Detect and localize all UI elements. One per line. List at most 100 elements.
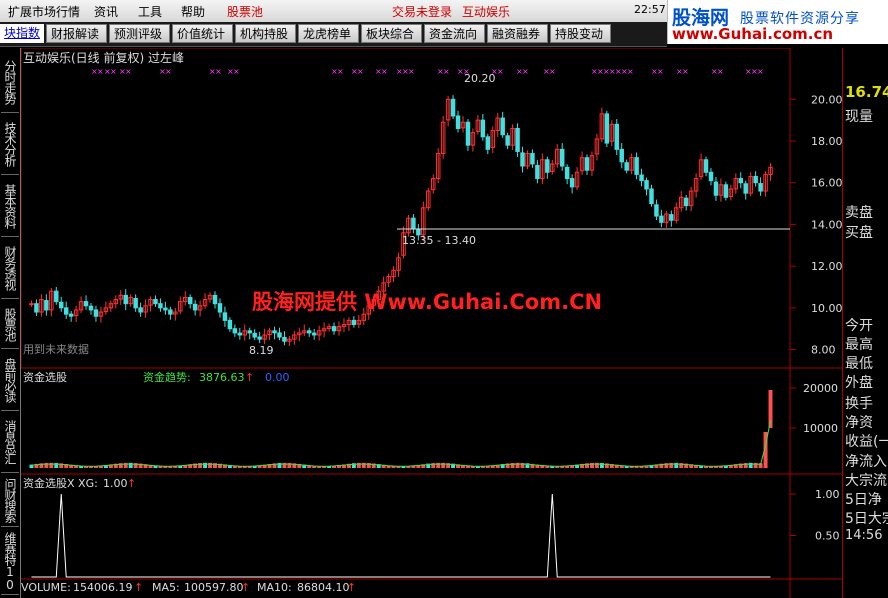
fund-y-tick-label: 20000	[803, 382, 838, 395]
quote-item-5day-net: 5日净	[845, 492, 882, 508]
candle-body	[187, 296, 193, 305]
candle-body	[68, 313, 74, 317]
tab-block-index[interactable]: 块指数	[0, 24, 44, 43]
candle-body	[168, 309, 173, 315]
quote-item-net-assets: 净资	[845, 415, 873, 431]
side-tab-financial[interactable]: 财务透视	[1, 238, 19, 299]
side-tab-basic-info[interactable]: 基本资料	[1, 176, 19, 237]
quote-item-turnover: 换手	[845, 396, 873, 412]
quote-item-high: 最高	[845, 337, 873, 353]
candle-body	[237, 332, 243, 336]
chart-area[interactable]: 互动娱乐(日线 前复权) 过左峰 用到未来数据 × × × × × × × × × × × × × × × ×…	[21, 48, 842, 598]
tab-sector-summary[interactable]: 板块综合	[361, 24, 422, 43]
tab-forecast-rating[interactable]: 预测评级	[109, 24, 170, 43]
side-tab-search[interactable]: 问财搜索	[1, 474, 19, 527]
tab-margin-trading[interactable]: 融资融券	[487, 24, 548, 43]
side-tab-vst[interactable]: 维赛特10	[1, 528, 19, 595]
side-tab-intraday[interactable]: 分时走势	[1, 52, 19, 113]
y-tick-label: 14.00	[811, 218, 842, 231]
fund-second-value: 0.00	[265, 371, 290, 384]
quote-item-low: 最低	[845, 356, 873, 372]
candle-body	[222, 312, 228, 321]
tab-dragon-tiger-list[interactable]: 龙虎榜单	[298, 24, 359, 43]
trade-login-status[interactable]: 交易未登录	[392, 3, 452, 20]
ma10-arrow: ↑	[347, 581, 356, 594]
candle-body	[252, 332, 257, 338]
candle-body	[153, 299, 158, 305]
candle-body	[624, 162, 629, 171]
y-tick-label: 16.00	[811, 177, 842, 190]
candle-body	[272, 330, 277, 334]
quote-time: 14:56	[845, 528, 883, 543]
menu-tools[interactable]: 工具	[138, 3, 162, 20]
side-tab-premarket[interactable]: 盘前必读	[1, 350, 19, 411]
candle-body	[545, 159, 550, 173]
watermark-banner: 股海网 股票软件资源分享 www.Guhai.com.cn	[667, 0, 888, 44]
menu-help[interactable]: 帮助	[181, 3, 205, 20]
candle-body	[34, 303, 39, 313]
volume-value: 154006.19	[73, 581, 133, 594]
signal-marker: ×	[408, 67, 415, 76]
candle-body	[93, 309, 99, 317]
candle-body	[564, 166, 570, 180]
candle-body	[480, 119, 486, 138]
signal-marker: ×	[682, 67, 689, 76]
quote-item-net-inflow: 净流入	[845, 454, 887, 470]
tab-institution-holdings[interactable]: 机构持股	[235, 24, 296, 43]
signal-marker: ×	[717, 67, 724, 76]
current-price: 16.74	[845, 83, 888, 101]
menu-stock-pool[interactable]: 股票池	[227, 3, 263, 20]
tab-financial-report[interactable]: 财报解读	[46, 24, 107, 43]
menu-news[interactable]: 资讯	[94, 3, 118, 20]
candle-body	[559, 148, 565, 167]
fund-bars	[29, 390, 773, 468]
signal-marker: ×	[497, 67, 504, 76]
candle-body	[683, 197, 689, 207]
y-tick-label: 12.00	[811, 260, 842, 273]
ma10-value: 86804.10	[297, 581, 350, 594]
candle-body	[44, 300, 49, 311]
tab-holding-changes[interactable]: 持股变动	[550, 24, 611, 43]
ma5-label: MA5:	[152, 581, 180, 594]
xg-y-tick-label: 0.50	[815, 530, 840, 543]
candle-body	[659, 215, 664, 223]
signal-marker: ×	[357, 67, 364, 76]
signal-marker: ×	[233, 67, 240, 76]
candle-body	[455, 115, 461, 129]
current-stock-name: 互动娱乐	[462, 5, 511, 19]
candle-body	[535, 164, 540, 180]
candle-body	[450, 98, 456, 117]
candle-body	[307, 330, 312, 334]
low-price-label: 8.19	[249, 344, 274, 357]
y-tick-label: 10.00	[811, 302, 842, 315]
candle-body	[282, 336, 287, 342]
clock: 22:57	[634, 3, 666, 16]
ma5-value: 100597.80	[184, 581, 244, 594]
candle-body	[614, 123, 619, 150]
range-label: 13.35 - 13.40	[402, 234, 476, 247]
fund-y-axis: 20000 10000	[790, 382, 838, 435]
candle-body	[54, 290, 59, 303]
xg-value: 1.00	[103, 477, 128, 490]
side-tab-news[interactable]: 消息总汇	[1, 412, 19, 473]
signal-marker: ×	[165, 67, 172, 76]
candle-body	[257, 336, 262, 340]
candle-body	[212, 294, 218, 305]
candle-body	[634, 157, 639, 175]
candle-body	[649, 188, 654, 205]
candle-body	[277, 332, 282, 338]
future-data-label: 用到未来数据	[23, 342, 89, 356]
ma5-arrow: ↑	[241, 581, 250, 594]
watermark-url: www.Guhai.com.cn	[672, 25, 834, 43]
side-tab-stock-pool[interactable]: 股票池	[1, 300, 19, 349]
candle-body	[485, 136, 491, 150]
candle-body	[569, 178, 575, 188]
candle-body	[247, 330, 252, 334]
candle-body	[232, 328, 238, 334]
menu-extended-market[interactable]: 扩展市场行情	[8, 3, 80, 20]
side-tab-technical[interactable]: 技术分析	[1, 114, 19, 175]
y-tick-label: 18.00	[811, 135, 842, 148]
tab-value-stats[interactable]: 价值统计	[172, 24, 233, 43]
tab-fund-flow[interactable]: 资金流向	[424, 24, 485, 43]
quote-item-ask: 卖盘	[845, 205, 873, 221]
